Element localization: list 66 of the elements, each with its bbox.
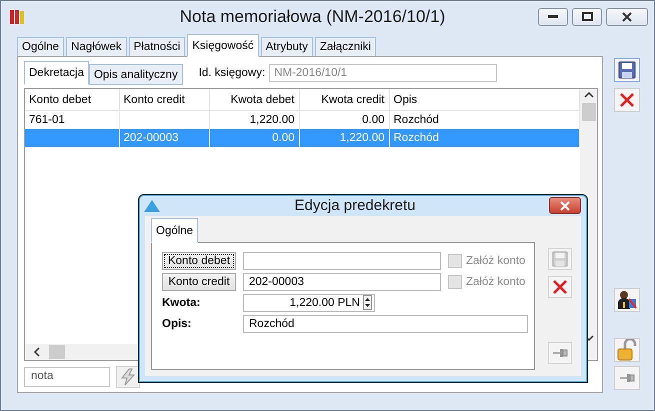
lightning-icon <box>119 368 137 386</box>
account-field[interactable]: 202-00003 <box>243 272 441 290</box>
cancel-button[interactable] <box>614 88 640 112</box>
app-logo-icon <box>143 198 161 212</box>
app-logo-icon <box>9 8 27 24</box>
pin-button[interactable] <box>548 342 572 364</box>
tab[interactable]: Księgowość <box>187 34 259 57</box>
save-icon <box>552 251 568 267</box>
toolbar-button[interactable] <box>116 366 140 388</box>
save-button[interactable] <box>614 58 640 82</box>
maximize-icon <box>582 12 592 21</box>
minimize-icon <box>548 14 558 18</box>
table-cell: 1,220.00 <box>250 114 294 126</box>
unlock-button[interactable] <box>614 338 640 362</box>
pin-icon <box>552 347 568 359</box>
padlock-icon <box>617 339 637 361</box>
close-icon <box>560 200 570 210</box>
field-label: Opis: <box>162 318 192 330</box>
column-header[interactable]: Opis <box>389 89 580 110</box>
cancel-icon <box>552 279 568 295</box>
field-label: Id. księgowy: <box>198 67 266 79</box>
scrollbar-thumb[interactable] <box>582 103 596 121</box>
cancel-button[interactable] <box>548 276 572 298</box>
checkbox-label: Załóż konto <box>466 276 526 288</box>
tab[interactable]: Ogólne <box>17 37 64 57</box>
description-field[interactable]: Rozchód <box>243 314 528 332</box>
account-button[interactable]: Konto debet <box>162 252 236 270</box>
person-icon <box>617 290 637 310</box>
tab[interactable]: Dekretacja <box>24 61 89 85</box>
save-icon <box>618 61 636 79</box>
filter-field[interactable]: nota <box>24 367 110 387</box>
table-cell: 761-01 <box>29 114 65 126</box>
column-header[interactable]: Kwota debet <box>209 89 299 110</box>
checkbox-label: Załóż konto <box>466 254 526 266</box>
tab[interactable]: Nagłówek <box>66 37 127 57</box>
account-button[interactable]: Konto credit <box>162 272 236 290</box>
pin-button[interactable] <box>614 366 640 390</box>
tab[interactable]: Opis analityczny <box>88 64 183 85</box>
column-header[interactable]: Konto debet <box>25 89 119 110</box>
tab[interactable]: Atrybuty <box>260 37 313 57</box>
scrollbar-thumb[interactable] <box>49 345 65 359</box>
close-button[interactable] <box>549 197 581 214</box>
table-cell: 0.00 <box>272 132 294 144</box>
window-title: Nota memoriałowa (NM-2016/10/1) <box>178 6 446 26</box>
close-button[interactable] <box>606 8 648 26</box>
dialog-title: Edycja predekretu <box>294 197 416 214</box>
minimize-button[interactable] <box>538 8 568 26</box>
maximize-button[interactable] <box>572 8 602 26</box>
table-cell: 202-00003 <box>124 132 178 144</box>
tab[interactable]: Załączniki <box>314 37 376 57</box>
table-cell: 1,220.00 <box>340 132 384 144</box>
toolbar-button[interactable] <box>614 288 640 312</box>
column-header[interactable]: Kwota credit <box>299 89 389 110</box>
cancel-icon <box>619 92 635 108</box>
field-label: Kwota: <box>162 296 202 308</box>
table-cell: 0.00 <box>362 114 384 126</box>
table-cell: Rozchód <box>394 114 439 126</box>
table-cell: Rozchód <box>394 132 439 144</box>
tab[interactable]: Ogólne <box>151 218 198 243</box>
tab[interactable]: Płatności <box>128 37 186 57</box>
spinner-icon <box>363 295 372 310</box>
pin-icon <box>619 372 635 384</box>
account-field[interactable] <box>243 252 441 270</box>
column-header[interactable]: Konto credit <box>119 89 209 110</box>
amount-field[interactable]: 1,220.00 PLN <box>243 294 375 312</box>
close-icon <box>622 12 632 22</box>
